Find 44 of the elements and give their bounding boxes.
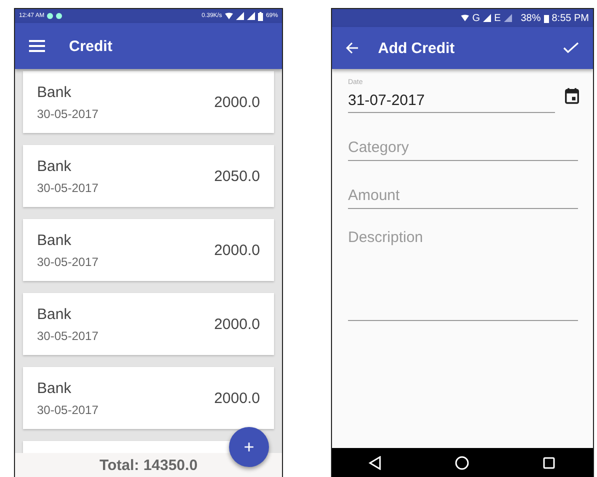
entry-category: Bank (37, 232, 72, 248)
entry-amount: 2050.0 (214, 168, 260, 184)
checkmark-icon[interactable] (563, 42, 579, 54)
date-value: 31-07-2017 (348, 92, 426, 109)
toolbar-title: Add Credit (378, 40, 455, 56)
entry-amount: 2000.0 (214, 242, 260, 258)
home-icon[interactable] (455, 456, 470, 470)
entry-date: 30-05-2017 (37, 254, 98, 268)
entry-amount: 2000.0 (214, 316, 260, 332)
entry-category: Bank (37, 306, 72, 322)
battery-percent: 38% (520, 12, 541, 24)
input-field[interactable]: Category (348, 135, 578, 161)
credit-card[interactable]: Bank 30-05-2017 2000.0 (23, 293, 274, 355)
entry-date: 30-05-2017 (37, 180, 98, 194)
credit-card[interactable]: Bank 30-05-2017 2050.0 (23, 145, 274, 207)
battery-icon (258, 12, 263, 20)
calendar-icon[interactable] (565, 88, 579, 104)
entry-date: 30-05-2017 (37, 106, 98, 120)
entry-category: Bank (37, 84, 72, 100)
signal-icon (504, 14, 512, 22)
back-arrow-icon[interactable] (346, 42, 358, 54)
back-icon[interactable] (368, 456, 382, 470)
recent-apps-icon[interactable] (542, 456, 556, 470)
entry-date: 30-05-2017 (37, 328, 98, 342)
entry-category: Bank (37, 158, 72, 174)
credit-card[interactable]: Bank 30-05-2017 2000.0 (23, 219, 274, 281)
wifi-icon (461, 14, 470, 22)
entry-category: Bank (37, 380, 72, 396)
menu-icon[interactable] (29, 40, 45, 52)
total-text: Total: 14350.0 (99, 456, 198, 474)
entry-date: 30-05-2017 (37, 402, 98, 416)
wifi-icon (224, 12, 233, 20)
network-type: E (494, 12, 501, 24)
input-field[interactable]: Amount (348, 183, 578, 209)
credit-card[interactable]: Bank 30-05-2017 2000.0 (23, 367, 274, 429)
battery-icon (544, 14, 549, 22)
status-time: 8:55 PM (552, 12, 589, 24)
network-type: G (472, 12, 480, 24)
entry-amount: 2000.0 (214, 390, 260, 406)
credit-card[interactable]: Bank 30-05-2017 2000.0 (23, 71, 274, 133)
entry-amount: 2000.0 (214, 94, 260, 110)
signal-icon (483, 14, 492, 22)
input-field[interactable]: Description (348, 223, 578, 321)
toolbar-title: Credit (69, 38, 112, 54)
